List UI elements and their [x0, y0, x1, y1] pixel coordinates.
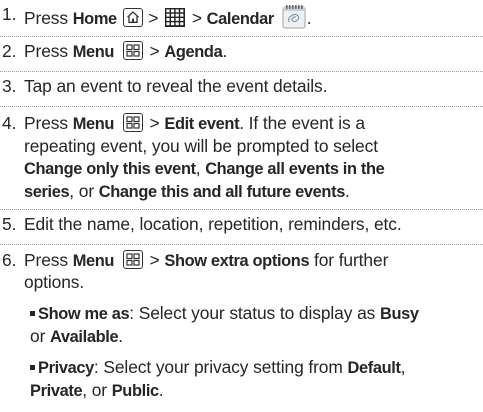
text-run: [114, 113, 119, 133]
text-run: , or: [69, 181, 99, 201]
text-run: .: [344, 181, 350, 201]
text-run: Press: [24, 250, 73, 270]
text-run: Edit the name, location, repetition, rem…: [24, 214, 402, 234]
text-run: >: [144, 113, 165, 133]
bold-term: Available: [50, 328, 119, 346]
bullet-line: or Available.: [30, 326, 123, 348]
bullet-line: Private, or Public.: [30, 380, 164, 402]
text-run: >: [144, 41, 165, 61]
text-run: : Select your status to display as: [129, 303, 380, 323]
step-number: 6.: [2, 250, 17, 270]
text-run: .: [222, 41, 228, 61]
step-number: 4.: [2, 113, 17, 133]
bold-term: Change this and all future events: [98, 183, 346, 201]
text-run: or: [30, 326, 50, 346]
text-run: [274, 8, 279, 28]
text-run: ,: [195, 158, 206, 178]
text-run: for further: [309, 250, 389, 270]
step-number: 5.: [2, 214, 17, 234]
step-line: Change only this event, Change all event…: [24, 158, 385, 180]
bullet-marker: [30, 365, 35, 370]
bullet-line: Show me as: Select your status to displa…: [38, 303, 419, 325]
bold-term: Change all events in the: [205, 160, 385, 178]
text-run: Press: [24, 113, 73, 133]
menu-key-icon: [122, 41, 143, 60]
bold-term: Edit event: [164, 115, 240, 133]
bullet-item-show-me-as: Show me as: Select your status to displa…: [0, 302, 483, 356]
text-run: : Select your privacy setting from: [93, 357, 348, 377]
step-number: 3.: [2, 76, 17, 96]
text-run: .: [158, 380, 164, 400]
step-number: 1.: [2, 4, 17, 24]
text-run: >: [143, 8, 164, 28]
step-number: 2.: [2, 41, 17, 61]
bold-term: series: [24, 183, 70, 201]
step-line: Press Menu > Edit event. If the event is…: [24, 113, 365, 135]
bold-term: Agenda: [164, 43, 223, 61]
bold-term: Calendar: [206, 10, 275, 28]
step-3: 3. Tap an event to reveal the event deta…: [0, 72, 483, 106]
step-line: Press Menu > Show extra options for furt…: [24, 250, 388, 272]
bold-term: Menu: [72, 115, 115, 133]
step-4: 4. Press Menu > Edit event. If the event…: [0, 107, 483, 209]
text-run: . If the event is a: [239, 113, 365, 133]
text-run: .: [306, 8, 312, 28]
bold-term: Public: [111, 382, 159, 400]
menu-key-icon: [122, 113, 143, 132]
text-run: [114, 250, 119, 270]
text-run: Press: [24, 8, 73, 28]
text-run: Press: [24, 41, 73, 61]
bullet-line: Privacy: Select your privacy setting fro…: [38, 357, 405, 379]
bold-term: Show me as: [38, 305, 130, 323]
step-line: Edit the name, location, repetition, rem…: [24, 214, 402, 235]
bold-term: Menu: [72, 252, 115, 270]
calendar-app-icon: [281, 4, 307, 30]
step-line: Press Menu > Agenda.: [24, 41, 227, 63]
text-run: [114, 41, 119, 61]
text-run: >: [187, 8, 207, 28]
step-5: 5. Edit the name, location, repetition, …: [0, 210, 483, 244]
bullet-marker: [30, 311, 35, 316]
bold-term: Default: [347, 359, 401, 377]
text-run: Tap an event to reveal the event details…: [24, 76, 328, 96]
menu-key-icon: [122, 250, 143, 269]
step-line: series, or Change this and all future ev…: [24, 181, 350, 203]
bold-term: Busy: [379, 305, 419, 323]
step-line: repeating event, you will be prompted to…: [24, 136, 378, 157]
bold-term: Privacy: [38, 359, 94, 377]
step-2: 2. Press Menu > Agenda.: [0, 37, 483, 71]
step-1: 1. Press Home > > Calendar .: [0, 0, 483, 36]
step-line: Tap an event to reveal the event details…: [24, 76, 327, 97]
text-run: repeating event, you will be prompted to…: [24, 136, 378, 156]
bold-term: Private: [30, 382, 83, 400]
bold-term: Home: [72, 10, 117, 28]
text-run: ,: [400, 357, 406, 377]
home-key-icon: [122, 8, 143, 27]
step-line: Press Home > > Calendar .: [24, 4, 312, 30]
text-run: options.: [24, 272, 85, 292]
step-line: options.: [24, 272, 84, 293]
apps-grid-icon: [165, 8, 186, 27]
step-6: 6. Press Menu > Show extra options for f…: [0, 245, 483, 301]
bold-term: Menu: [72, 43, 115, 61]
instruction-list: 1. Press Home > > Calendar . 2. Press Me…: [0, 0, 483, 412]
text-run: >: [144, 250, 165, 270]
bold-term: Show extra options: [164, 252, 310, 270]
text-run: [117, 8, 122, 28]
bold-term: Change only this event: [24, 160, 196, 178]
text-run: , or: [82, 380, 112, 400]
text-run: .: [118, 326, 123, 346]
bullet-item-privacy: Privacy: Select your privacy setting fro…: [0, 356, 483, 412]
